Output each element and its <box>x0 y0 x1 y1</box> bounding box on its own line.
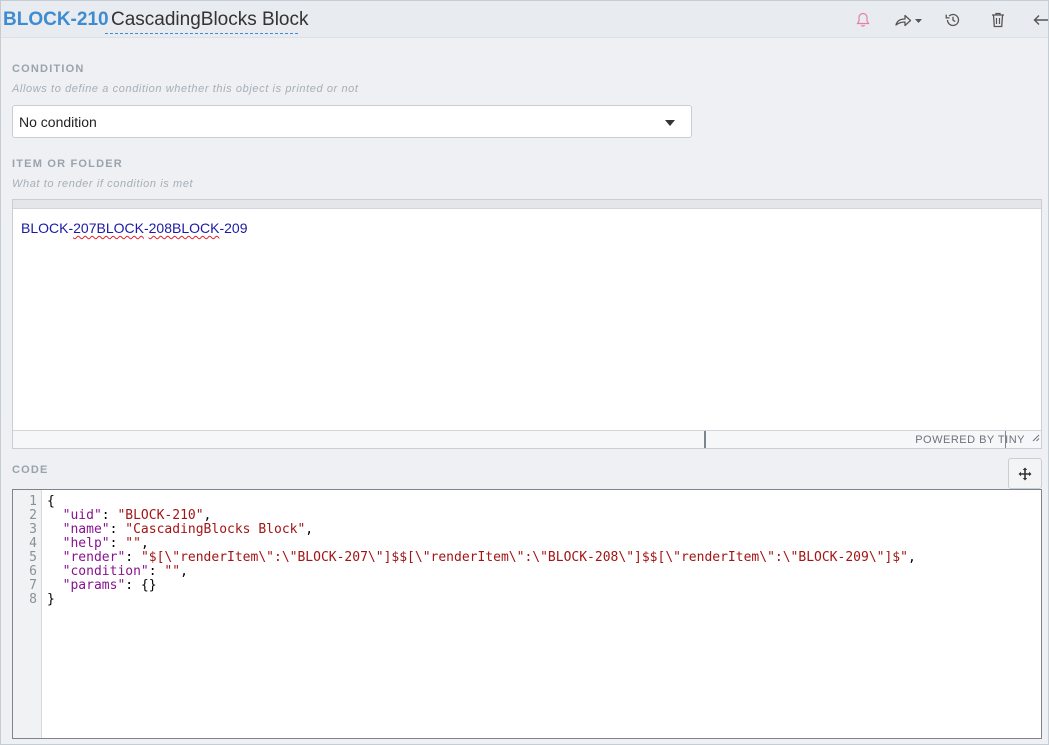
line-number: 5 <box>29 550 37 565</box>
code-line: "render": "$[\"renderItem\":\"BLOCK-207\… <box>62 550 916 565</box>
line-number: 6 <box>29 564 37 579</box>
line-number: 4 <box>29 536 37 551</box>
share-icon[interactable] <box>892 8 926 32</box>
resize-handle-icon[interactable] <box>1030 429 1040 447</box>
chevron-down-icon <box>665 120 675 126</box>
code-line: "help": "", <box>62 536 149 551</box>
content-text: 207BLOCK <box>73 220 144 236</box>
code-line: "name": "CascadingBlocks Block", <box>62 522 314 537</box>
code-line: } <box>47 592 55 607</box>
condition-select[interactable]: No condition <box>12 105 692 138</box>
line-number: 3 <box>29 522 37 537</box>
condition-help: Allows to define a condition whether thi… <box>12 83 359 95</box>
block-uid: BLOCK-210 <box>3 9 109 30</box>
item-help: What to render if condition is met <box>12 178 194 190</box>
statusbar-divider <box>704 431 706 448</box>
item-title: ITEM OR FOLDER <box>12 158 123 170</box>
history-icon[interactable] <box>942 8 964 32</box>
content-text: -209 <box>219 220 248 236</box>
content-text: BLOCK- <box>21 220 74 236</box>
code-line: "condition": "", <box>62 564 188 579</box>
editor-toolbar <box>13 200 1041 209</box>
code-line: "uid": "BLOCK-210", <box>62 508 212 523</box>
line-number: 2 <box>29 508 37 523</box>
back-arrow-icon[interactable] <box>1032 8 1048 32</box>
line-number: 8 <box>29 592 37 607</box>
bell-icon[interactable] <box>854 8 872 32</box>
code-lines[interactable]: { "uid": "BLOCK-210", "name": "Cascading… <box>47 495 916 607</box>
line-number: 7 <box>29 578 37 593</box>
powered-by-link[interactable]: POWERED BY TINY <box>915 434 1025 446</box>
move-icon <box>1018 467 1032 480</box>
block-name-field[interactable]: CascadingBlocks Block <box>105 7 308 34</box>
rich-text-editor[interactable]: BLOCK-207BLOCK-208BLOCK-209 POWERED BY T… <box>12 199 1042 449</box>
condition-title: CONDITION <box>12 63 85 75</box>
line-number-gutter: 12345678 <box>13 490 42 738</box>
header-bar: BLOCK-210 CascadingBlocks Block <box>1 1 1048 38</box>
content-text: 208BLOCK <box>148 220 220 236</box>
editor-statusbar: POWERED BY TINY <box>13 430 1041 448</box>
code-editor[interactable]: 12345678 { "uid": "BLOCK-210", "name": "… <box>12 489 1042 739</box>
code-line: { <box>47 494 55 509</box>
code-title: CODE <box>12 464 49 476</box>
line-number: 1 <box>29 494 37 509</box>
editor-content[interactable]: BLOCK-207BLOCK-208BLOCK-209 <box>21 220 247 236</box>
code-line: "params": {} <box>62 578 157 593</box>
trash-icon[interactable] <box>988 8 1008 32</box>
condition-select-value: No condition <box>19 114 97 130</box>
move-button[interactable] <box>1008 458 1042 489</box>
